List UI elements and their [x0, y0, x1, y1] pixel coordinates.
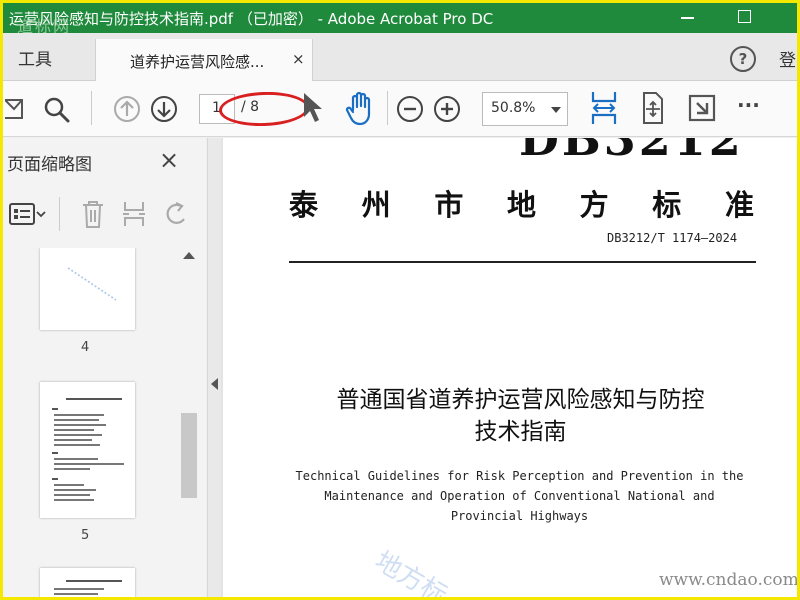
page-watermark: 地方标 [369, 546, 453, 600]
toolbar-separator [91, 91, 92, 125]
title-char: 方 [579, 188, 609, 222]
page-thumbnail-6[interactable] [40, 568, 135, 597]
standard-title: 泰 州 市 地 方 标 准 [289, 182, 754, 224]
panel-toolbar [3, 193, 206, 235]
document-view[interactable]: DB3212 泰 州 市 地 方 标 准 DB3212/T 1174—2024 … [221, 138, 799, 600]
next-page-icon[interactable] [150, 95, 178, 123]
title-char: 市 [434, 188, 464, 222]
scroll-up-icon[interactable] [183, 252, 195, 259]
delete-page-icon[interactable] [81, 199, 105, 229]
rotate-view-icon[interactable] [640, 91, 666, 125]
title-char: 州 [361, 188, 391, 222]
chinese-title: 普通国省道养护运营风险感知与防控 技术指南 [283, 384, 758, 448]
window-title: 运营风险感知与防控技术指南.pdf （已加密） - Adobe Acrobat … [9, 10, 494, 28]
zoom-level-value: 50.8% [491, 100, 536, 116]
toolbar: 1 / 8 50.8% ··· [3, 81, 797, 137]
panel-title: 页面缩略图 [7, 155, 92, 175]
sign-in-button[interactable]: 登 [779, 46, 796, 71]
page-thumbnail-5[interactable] [40, 382, 135, 518]
panel-collapse-handle[interactable] [207, 138, 221, 597]
chinese-title-line: 普通国省道养护运营风险感知与防控 [336, 387, 705, 413]
help-button[interactable]: ? [730, 46, 756, 72]
hand-tool-icon[interactable] [345, 91, 377, 127]
standard-number: DB3212/T 1174—2024 [607, 231, 738, 245]
standard-code: DB3212 [519, 138, 744, 166]
thumbnail-watermark [67, 267, 117, 301]
thumbnail-list: 4 5 [3, 248, 178, 597]
rotate-page-icon[interactable] [163, 200, 191, 228]
extract-page-icon[interactable] [121, 200, 147, 228]
chevron-left-icon [211, 378, 218, 390]
chevron-down-icon [551, 107, 561, 113]
previous-page-icon[interactable] [113, 95, 141, 123]
title-bar: 运营风险感知与防控技术指南.pdf （已加密） - Adobe Acrobat … [3, 3, 797, 36]
thumbnail-page-number: 5 [81, 528, 90, 543]
scrollbar-thumb[interactable] [181, 413, 197, 498]
close-panel-button[interactable]: × [159, 146, 179, 174]
thumbnail-page-number: 4 [81, 340, 90, 355]
pdf-page: DB3212 泰 州 市 地 方 标 准 DB3212/T 1174—2024 … [223, 138, 799, 600]
site-watermark: www.cndao.com [659, 570, 799, 590]
zoom-in-icon[interactable] [433, 95, 461, 123]
english-title: Technical Guidelines for Risk Perception… [295, 469, 744, 523]
panel-separator [59, 197, 60, 231]
more-tools-icon[interactable]: ··· [737, 93, 760, 117]
zoom-out-icon[interactable] [396, 95, 424, 123]
toolbar-separator [387, 91, 388, 125]
tools-tab[interactable]: 工具 [18, 45, 52, 70]
menu-bar: 工具 道养护运营风险感... × ? 登 [3, 33, 797, 81]
app-window: 运营风险感知与防控技术指南.pdf （已加密） - Adobe Acrobat … [0, 0, 800, 600]
title-char: 地 [506, 188, 536, 222]
select-tool-icon[interactable] [301, 91, 325, 125]
title-char: 标 [652, 188, 682, 222]
document-tab-label: 道养护运营风险感... [130, 53, 265, 71]
title-divider [289, 261, 756, 263]
document-tab[interactable]: 道养护运营风险感... × [95, 39, 313, 81]
thumbnail-content [52, 398, 124, 501]
thumbnail-scrollbar[interactable] [179, 248, 198, 597]
fit-width-icon[interactable] [589, 91, 619, 125]
thumbnails-panel: 页面缩略图 × 4 5 [3, 138, 206, 597]
page-thumbnail-4[interactable] [40, 248, 135, 330]
maximize-button[interactable] [733, 6, 757, 28]
minimize-button[interactable] [676, 6, 700, 28]
thumbnail-options-icon[interactable] [8, 201, 48, 227]
close-tab-button[interactable]: × [292, 50, 305, 68]
thumbnail-content [54, 580, 122, 595]
email-icon[interactable] [5, 96, 25, 122]
title-char: 准 [724, 188, 754, 222]
full-screen-icon[interactable] [688, 93, 716, 123]
search-icon[interactable] [43, 96, 71, 124]
title-char: 泰 [289, 188, 319, 222]
chinese-title-line: 技术指南 [474, 419, 567, 445]
zoom-level-dropdown[interactable]: 50.8% [482, 92, 568, 126]
